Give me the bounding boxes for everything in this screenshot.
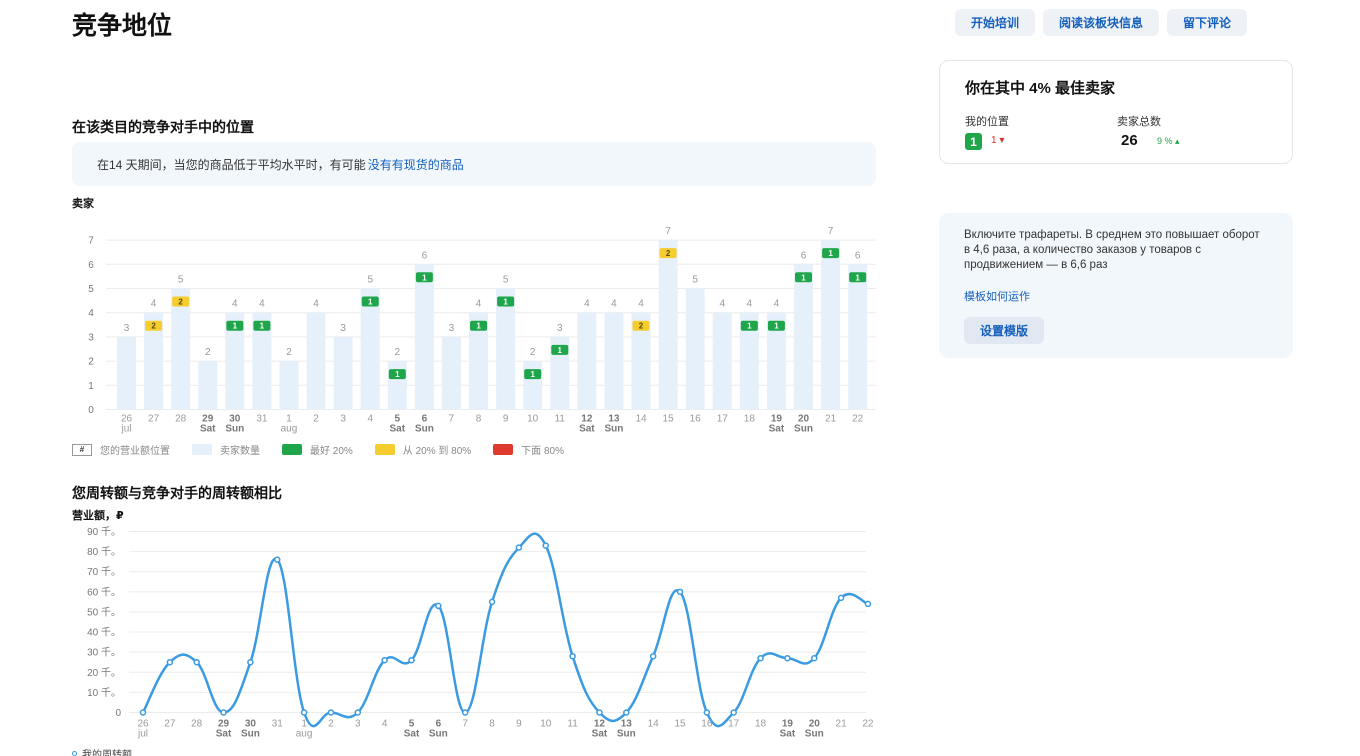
series-legend-label: 我的周转额 xyxy=(82,750,132,756)
revenue-point xyxy=(435,602,442,610)
x-tick-label: 2 xyxy=(328,719,334,730)
revenue-point xyxy=(354,709,362,716)
revenue-point xyxy=(757,654,764,662)
x-tick-sublabel: Sat xyxy=(216,729,232,740)
revenue-point xyxy=(515,544,523,551)
y-tick-label: 80 千。 xyxy=(87,546,121,558)
x-tick-sublabel: jul xyxy=(137,729,148,740)
line-chart-legend: 我的周转额 xyxy=(72,746,132,756)
revenue-point xyxy=(381,656,388,664)
revenue-point xyxy=(139,709,147,716)
x-tick-label: 10 xyxy=(540,719,552,730)
revenue-point xyxy=(569,652,576,660)
revenue-point xyxy=(461,709,469,716)
y-tick-label: 40 千。 xyxy=(87,627,121,639)
y-tick-label: 70 千。 xyxy=(87,566,121,578)
my-position-badge: 1 xyxy=(965,133,982,150)
revenue-point xyxy=(623,709,630,716)
position-change-value: 1 xyxy=(991,135,997,146)
y-tick-label: 90 千。 xyxy=(87,526,121,538)
x-tick-label: 15 xyxy=(674,719,686,730)
revenue-point xyxy=(542,542,549,549)
revenue-point xyxy=(784,654,791,662)
x-tick-label: 16 xyxy=(701,719,713,730)
total-sellers-change: 9 % ▴ xyxy=(1157,136,1180,147)
revenue-point xyxy=(488,598,496,606)
x-tick-label: 8 xyxy=(489,719,495,730)
x-tick-sublabel: Sat xyxy=(592,729,608,740)
x-tick-label: 22 xyxy=(862,719,874,730)
x-tick-sublabel: Sat xyxy=(780,729,796,740)
y-tick-label: 50 千。 xyxy=(87,606,121,618)
revenue-point xyxy=(327,709,335,716)
revenue-point xyxy=(837,594,845,602)
x-tick-label: 9 xyxy=(516,719,522,730)
x-tick-label: 27 xyxy=(164,719,176,730)
x-tick-label: 14 xyxy=(648,719,660,730)
arrow-down-icon: ▾ xyxy=(999,135,1005,146)
x-tick-label: 11 xyxy=(567,719,578,730)
x-tick-label: 21 xyxy=(836,719,848,730)
total-sellers-label: 卖家总数 xyxy=(1117,116,1161,128)
revenue-point xyxy=(166,658,174,666)
x-tick-sublabel: Sun xyxy=(429,729,448,740)
sellers-change-value: 9 % xyxy=(1157,136,1173,146)
x-tick-label: 28 xyxy=(191,719,203,730)
my-position-label: 我的位置 xyxy=(965,116,1009,128)
y-tick-label: 60 千。 xyxy=(87,586,121,598)
x-tick-sublabel: Sat xyxy=(404,729,420,740)
revenue-point xyxy=(730,709,737,716)
x-tick-label: 4 xyxy=(382,719,388,730)
y-tick-label: 20 千。 xyxy=(87,667,121,679)
promo-text: Включите трафареты. В среднем это повыша… xyxy=(964,229,1260,271)
y-tick-label: 10 千。 xyxy=(87,687,121,699)
revenue-point xyxy=(864,600,872,608)
arrow-up-icon: ▴ xyxy=(1175,136,1180,146)
x-tick-label: 31 xyxy=(272,719,284,730)
stats-card-title: 你在其中 4% 最佳卖家 xyxy=(965,80,1116,97)
how-templates-work-link[interactable]: 模板如何运作 xyxy=(964,288,1030,304)
x-tick-label: 3 xyxy=(355,719,361,730)
revenue-point xyxy=(811,654,818,662)
setup-template-button[interactable]: 设置模版 xyxy=(964,317,1045,344)
x-tick-sublabel: aug xyxy=(296,729,313,740)
x-tick-sublabel: Sun xyxy=(805,729,824,740)
x-tick-sublabel: Sun xyxy=(617,729,636,740)
revenue-point xyxy=(300,709,308,716)
revenue-point xyxy=(596,709,603,716)
my-position-change: 1 ▾ xyxy=(991,135,1004,146)
position-stats-card: 你在其中 4% 最佳卖家 我的位置 卖家总数 1 1 ▾ 26 9 % ▴ xyxy=(939,60,1293,164)
revenue-point xyxy=(247,658,254,666)
revenue-point xyxy=(193,658,200,666)
series-dot-icon xyxy=(72,751,77,756)
revenue-point xyxy=(274,556,281,563)
revenue-point xyxy=(649,652,657,660)
revenue-point xyxy=(703,709,711,716)
x-tick-label: 7 xyxy=(462,719,468,730)
revenue-point xyxy=(676,588,684,596)
revenue-point xyxy=(408,656,415,664)
promo-panel: Включите трафареты. В среднем это повыша… xyxy=(939,213,1293,358)
revenue-series-line xyxy=(141,532,869,728)
y-tick-label: 0 xyxy=(115,708,121,719)
y-tick-label: 30 千。 xyxy=(87,647,121,659)
x-tick-label: 18 xyxy=(755,719,767,730)
revenue-point xyxy=(220,709,227,716)
total-sellers-value: 26 xyxy=(1121,132,1138,149)
x-tick-sublabel: Sun xyxy=(241,729,260,740)
x-tick-label: 17 xyxy=(728,719,740,730)
